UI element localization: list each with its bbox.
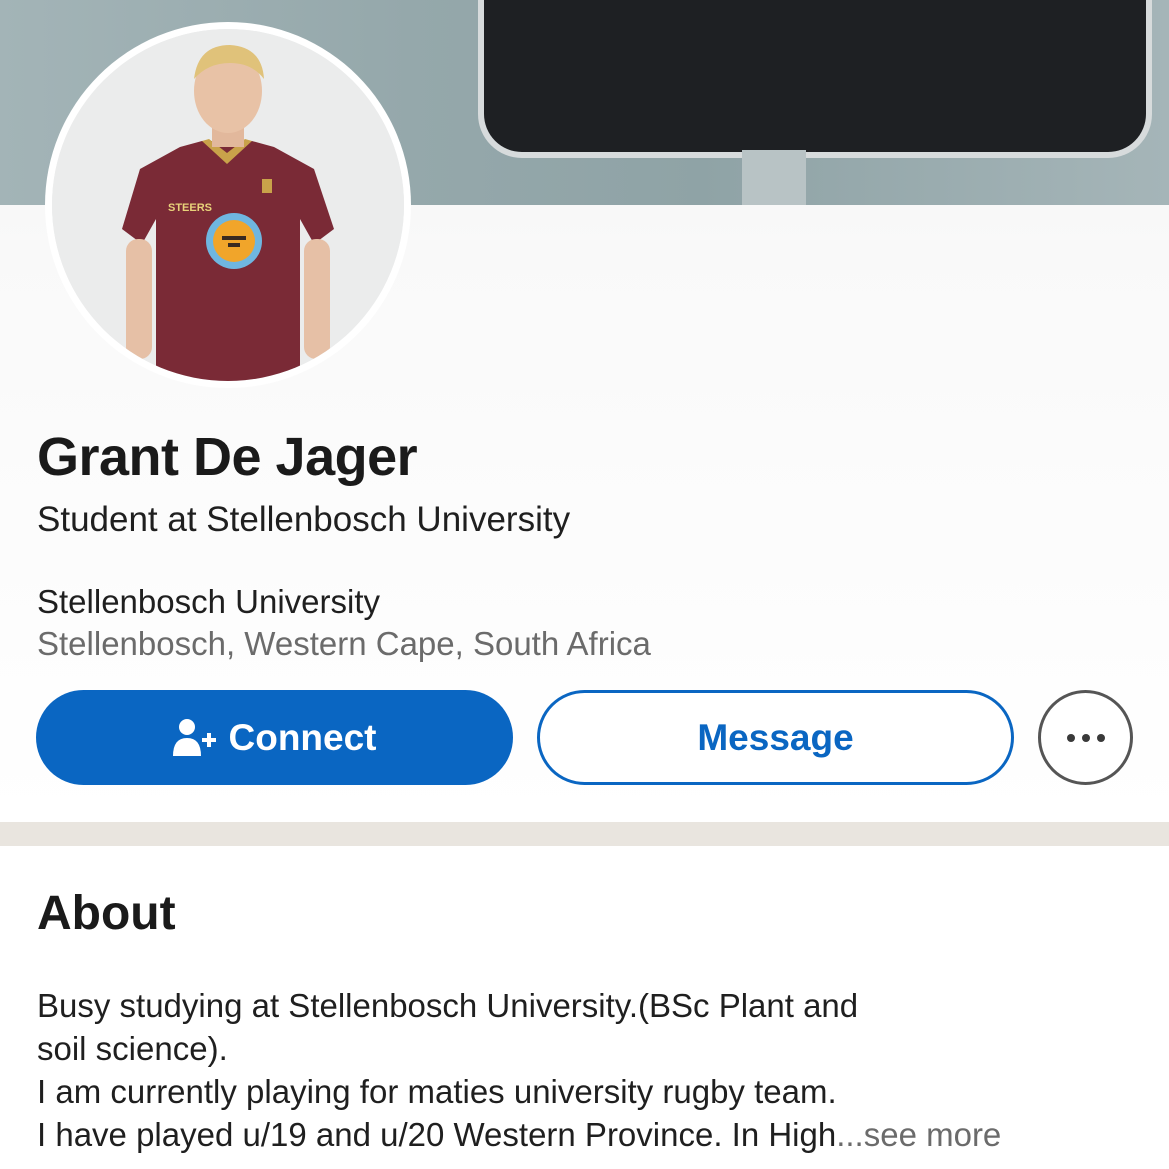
connect-button[interactable]: Connect — [36, 690, 513, 785]
section-divider — [0, 822, 1169, 846]
more-options-button[interactable] — [1038, 690, 1133, 785]
about-title: About — [37, 887, 176, 940]
cover-monitor-shape — [478, 0, 1152, 158]
profile-name: Grant De Jager — [37, 427, 418, 487]
about-section: About Busy studying at Stellenbosch Univ… — [0, 846, 1169, 1169]
profile-card: STEERS Grant De Jager Student at Stellen… — [0, 0, 1169, 822]
more-options-icon — [1066, 733, 1105, 742]
message-button[interactable]: Message — [537, 690, 1014, 785]
svg-text:STEERS: STEERS — [168, 202, 212, 214]
avatar-illustration: STEERS — [52, 29, 404, 381]
profile-page: STEERS Grant De Jager Student at Stellen… — [0, 0, 1169, 1169]
message-label: Message — [697, 716, 854, 758]
about-line: I am currently playing for maties univer… — [37, 1073, 837, 1110]
avatar[interactable]: STEERS — [45, 22, 411, 388]
about-line: soil science). — [37, 1030, 228, 1067]
about-line: I have played u/19 and u/20 Western Prov… — [37, 1116, 837, 1153]
profile-location: Stellenbosch, Western Cape, South Africa — [37, 625, 651, 662]
cover-monitor-stand — [742, 150, 806, 205]
connect-label: Connect — [228, 716, 377, 758]
avatar-photo: STEERS — [52, 29, 404, 381]
see-more-link[interactable]: ...see more — [836, 1116, 1001, 1153]
profile-headline: Student at Stellenbosch University — [37, 500, 571, 539]
profile-education[interactable]: Stellenbosch University — [37, 583, 380, 621]
add-person-icon — [172, 718, 217, 758]
about-line: Busy studying at Stellenbosch University… — [37, 987, 859, 1024]
about-text: Busy studying at Stellenbosch University… — [37, 984, 1147, 1156]
